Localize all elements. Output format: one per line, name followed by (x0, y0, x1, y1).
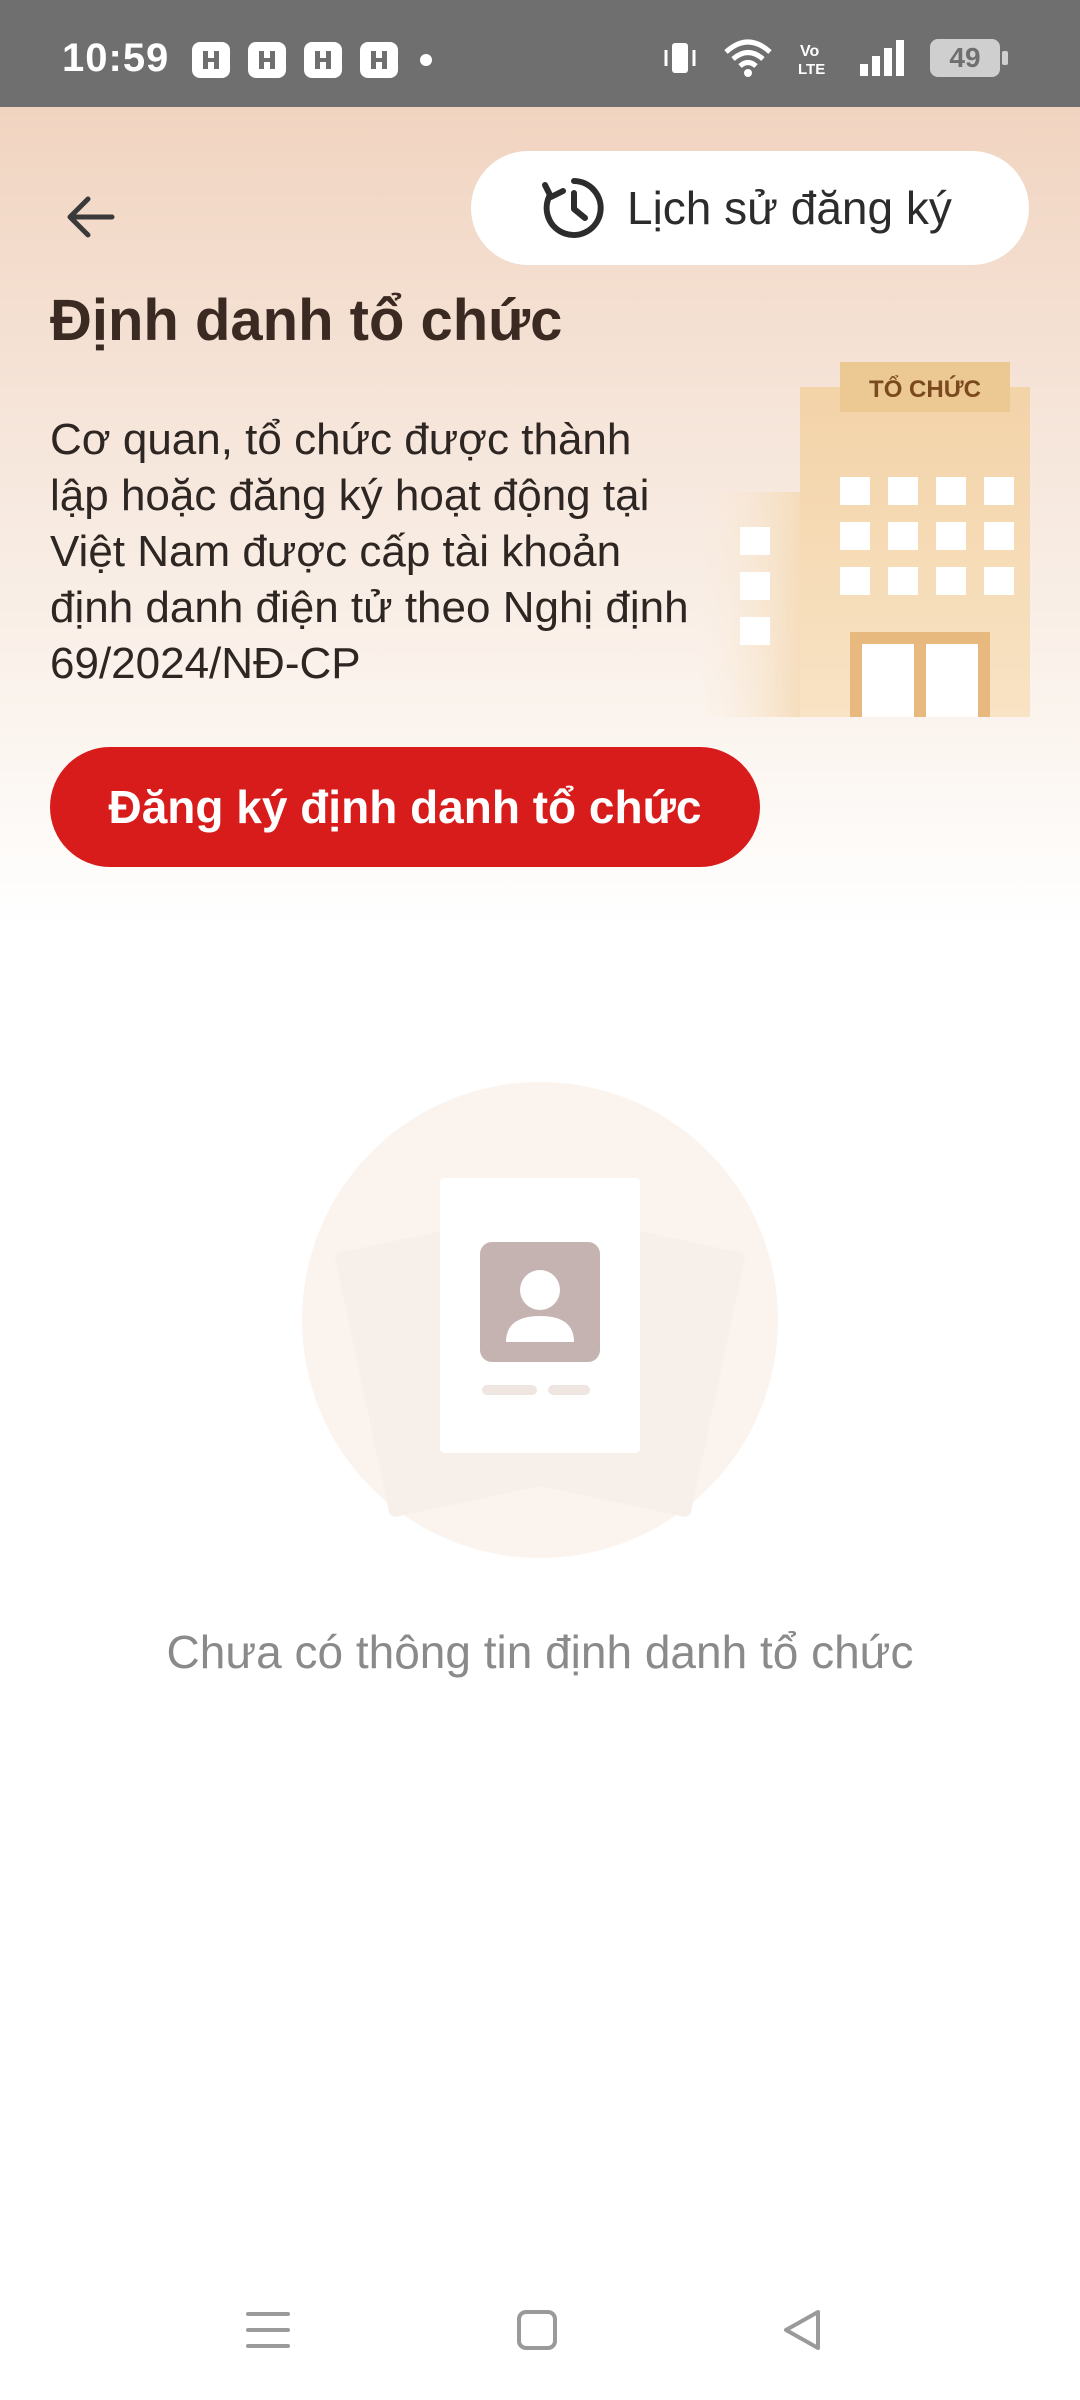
volte-icon: Vo LTE (798, 43, 825, 78)
header-section: Lịch sử đăng ký Định danh tổ chức Cơ qua… (0, 107, 1080, 927)
vibrate-icon (664, 43, 696, 73)
home-button[interactable] (497, 2290, 577, 2370)
status-bar: 10:59 Vo LTE 49 (0, 0, 1080, 107)
svg-text:Vo: Vo (800, 43, 819, 60)
system-navigation-bar (0, 2270, 1080, 2380)
recent-apps-button[interactable] (228, 2290, 308, 2370)
back-triangle-icon (784, 2310, 820, 2350)
notification-icons (192, 42, 432, 78)
back-nav-button[interactable] (762, 2290, 842, 2370)
back-button[interactable] (50, 177, 130, 257)
page-description: Cơ quan, tổ chức được thành lập hoặc đăn… (50, 415, 689, 688)
battery-icon: 49 (930, 39, 1008, 77)
history-button[interactable]: Lịch sử đăng ký (471, 151, 1029, 265)
h-app-icon (192, 42, 230, 78)
organization-building-illustration: TỔ CHỨC (700, 362, 1030, 717)
empty-state-message: Chưa có thông tin định danh tổ chức (166, 1626, 914, 1678)
empty-id-card-illustration (302, 1082, 778, 1558)
building-sign-text: TỔ CHỨC (869, 375, 981, 403)
arrow-left-icon (67, 196, 115, 238)
h-app-icon (304, 42, 342, 78)
wifi-icon (724, 39, 772, 77)
more-notifications-dot-icon (420, 54, 432, 66)
page-title: Định danh tổ chức (50, 288, 563, 353)
menu-icon (246, 2312, 290, 2348)
home-square-icon (517, 2310, 557, 2350)
h-app-icon (360, 42, 398, 78)
clock-history-icon (542, 178, 604, 238)
register-organization-button[interactable]: Đăng ký định danh tổ chức (50, 747, 760, 867)
signal-icon (860, 40, 904, 76)
h-app-icon (248, 42, 286, 78)
status-time: 10:59 (62, 36, 170, 80)
system-icons: Vo LTE 49 (660, 38, 1008, 78)
svg-text:LTE: LTE (798, 61, 825, 78)
history-button-label: Lịch sử đăng ký (627, 182, 952, 234)
